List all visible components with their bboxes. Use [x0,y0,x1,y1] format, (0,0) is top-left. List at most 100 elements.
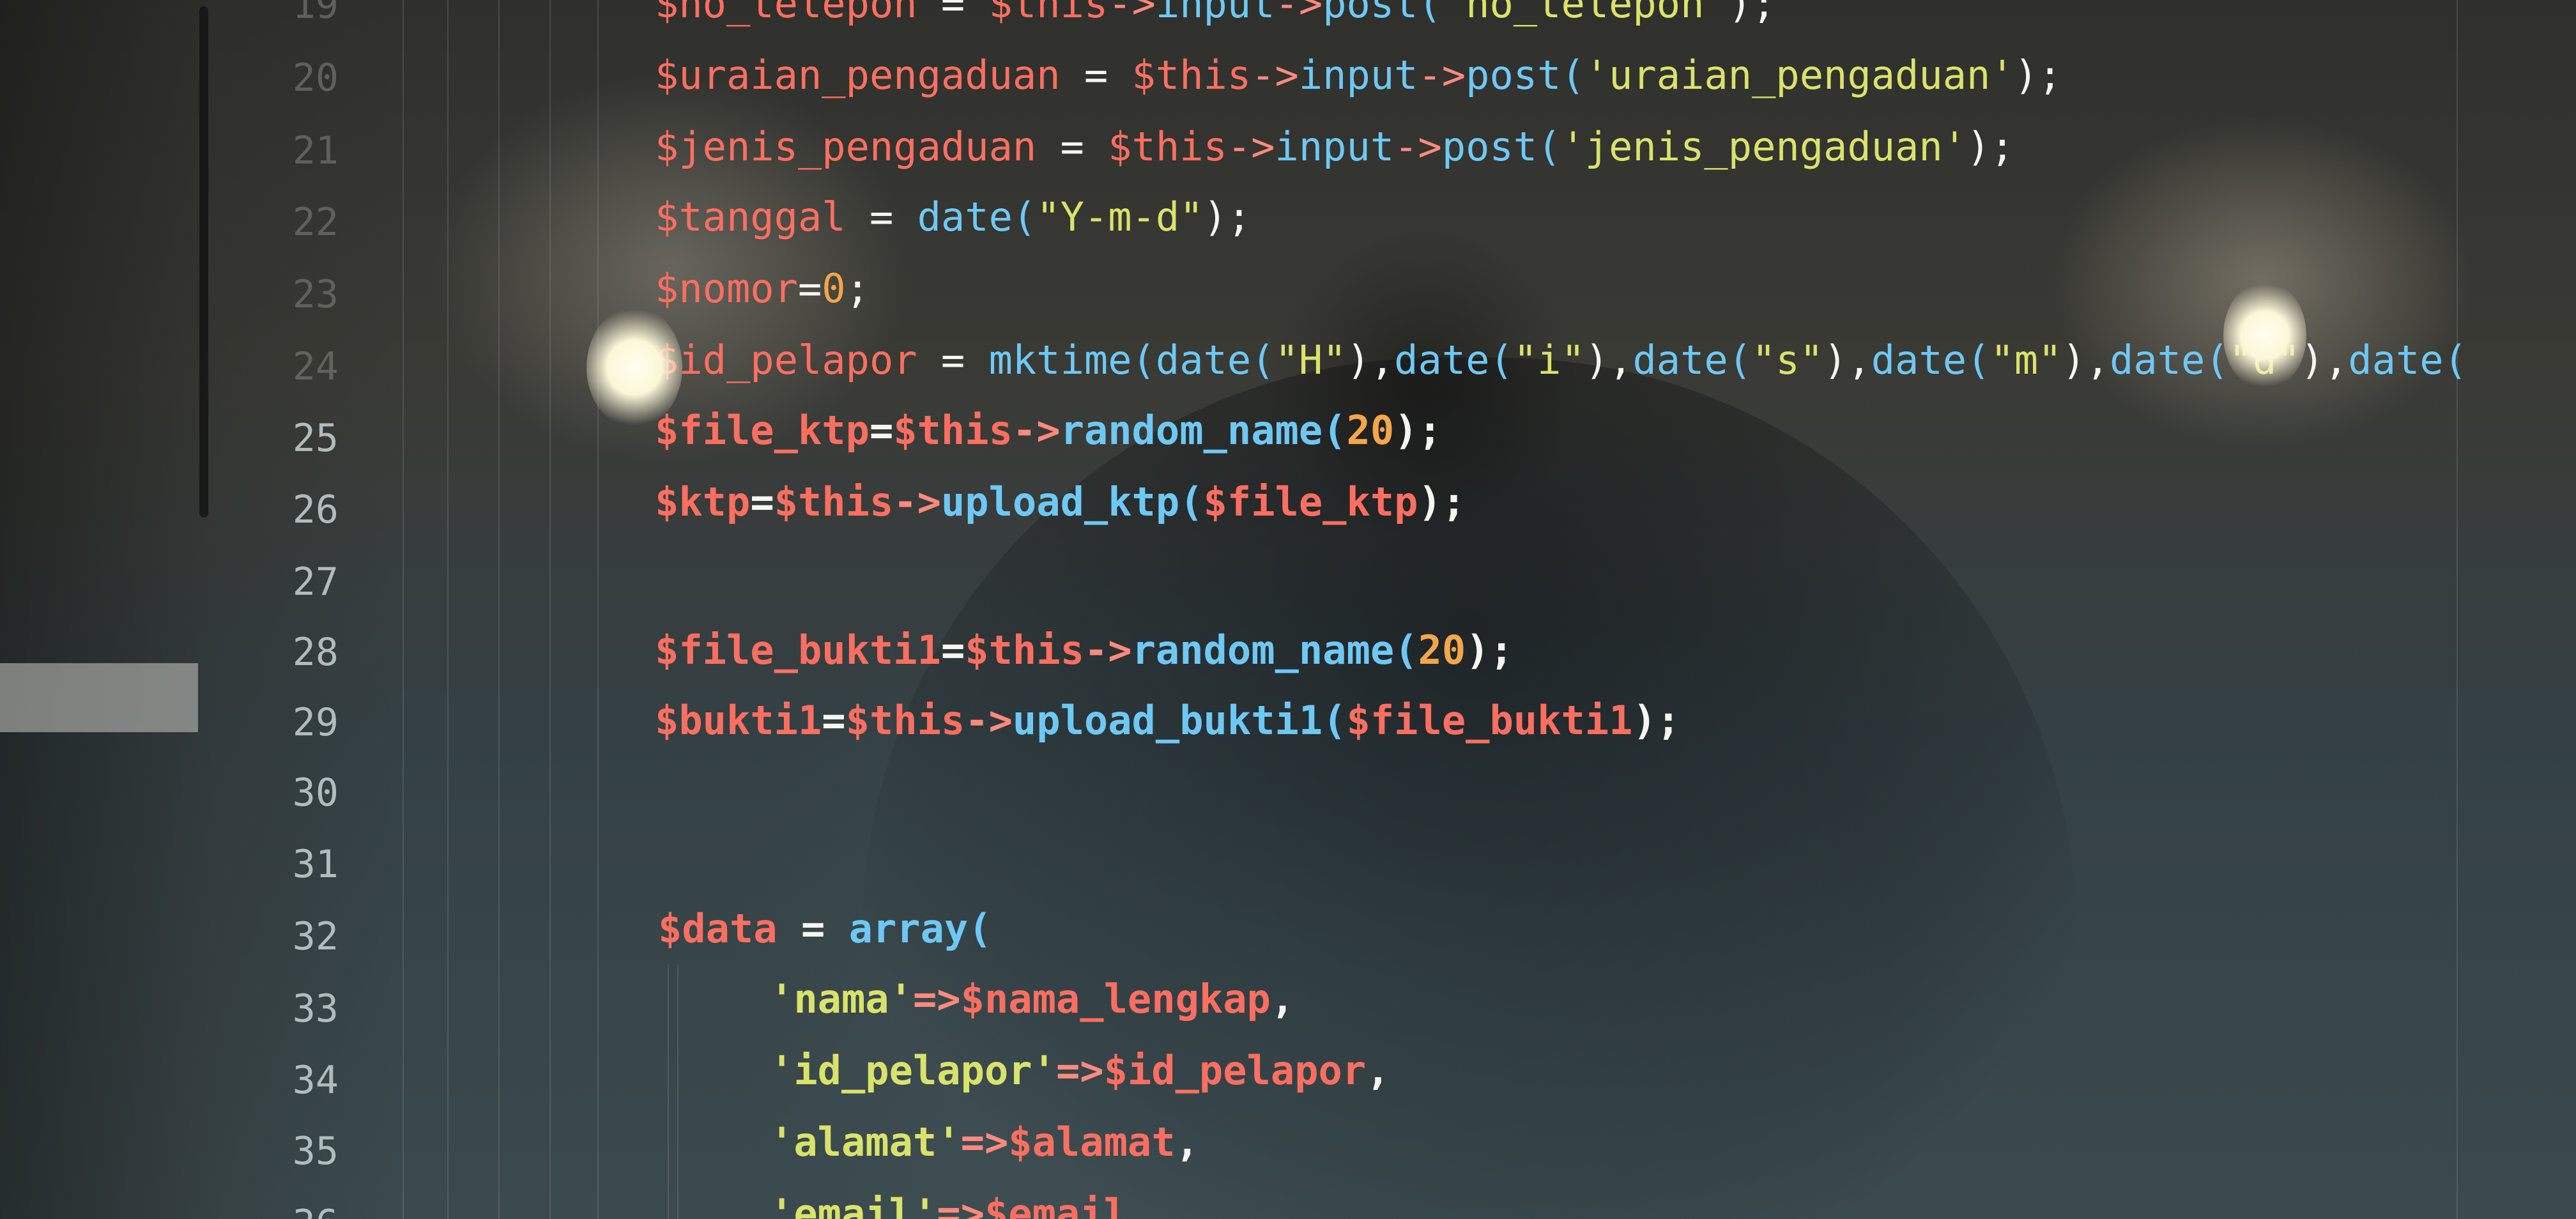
code-token: $tanggal [655,194,846,240]
code-token: upload_bukti1( [1012,697,1347,744]
code-token: $alamat [1008,1119,1176,1165]
line-number: 36 [268,1201,339,1219]
code-token: 'alamat' [770,1119,961,1165]
code-token: $this [1131,52,1252,98]
code-token: $this [1108,123,1227,170]
code-token: = [917,337,989,383]
code-token: 20 [1418,627,1466,673]
code-token: ); [1394,407,1442,454]
line-number: 33 [292,986,339,1031]
code-line[interactable]: $bukti1=$this->upload_bukti1($file_bukti… [655,698,1680,744]
code-token: "Y-m-d" [1036,194,1204,240]
code-token: , [1366,1047,1390,1094]
code-token: mktime( [988,337,1156,383]
code-token: date( [917,194,1037,240]
code-token: ), [1823,337,1871,383]
code-line[interactable]: 'email'=>$email, [770,1191,1151,1219]
line-number: 23 [292,272,339,317]
code-token: 'id_pelapor' [770,1047,1056,1094]
code-line[interactable]: $data = array( [658,906,992,952]
code-token: $jenis_pengaduan [655,123,1037,170]
code-token: = [845,194,917,240]
code-token: ); [1466,627,1514,673]
code-token: ), [1584,337,1633,383]
code-line[interactable]: 'nama'=>$nama_lengkap, [770,976,1294,1022]
code-token: ; [845,265,870,312]
line-number: 24 [292,344,339,389]
indent-guide [498,0,500,1219]
code-line[interactable]: $no_telepon = $this->input->post('no_tel… [655,0,1775,27]
code-token: -> [965,697,1013,744]
code-token: -> [1275,0,1323,27]
code-token: date( [2110,337,2229,383]
code-token: 'email' [770,1190,937,1219]
code-token: post( [1322,0,1442,27]
code-line[interactable]: $file_ktp=$this->random_name(20); [655,408,1442,454]
code-line[interactable]: $tanggal = date("Y-m-d"); [655,194,1251,240]
code-token: -> [1418,52,1466,98]
code-token: date( [1632,337,1752,383]
code-token: $no_telepon [655,0,917,27]
line-number: 26 [292,487,339,532]
code-token: post( [1466,52,1585,98]
code-line[interactable]: 'id_pelapor'=>$id_pelapor, [770,1048,1390,1094]
code-line[interactable]: $uraian_pengaduan = $this->input->post('… [655,52,2062,98]
indent-guide [677,965,678,1219]
code-token: ), [1346,337,1395,383]
code-token: ), [2062,337,2110,383]
code-token: $file_bukti1 [655,627,941,673]
code-token: "i" [1513,337,1585,383]
code-token: -> [1251,52,1299,98]
line-number: 22 [292,200,339,245]
code-token: = [917,0,989,27]
code-token: $this [845,697,965,744]
line-number: 27 [292,560,339,604]
code-token: ), [2300,337,2349,383]
indent-guide [597,0,599,1219]
code-token: array( [848,905,992,952]
code-token: $id_pelapor [1103,1047,1367,1094]
code-line[interactable]: 'alamat'=>$alamat, [770,1119,1199,1165]
code-token: => [960,1119,1009,1165]
code-token: $file_ktp [655,407,870,454]
editor-ruler [2457,0,2458,1219]
vertical-scrollbar[interactable] [199,6,208,518]
code-line[interactable]: $nomor=0; [655,266,870,312]
code-token: input [1298,52,1418,98]
code-token: $this [965,627,1084,673]
code-token: = [1060,52,1132,98]
code-line[interactable]: $id_pelapor = mktime(date("H"),date("i")… [655,337,2467,383]
code-token: = [797,265,822,312]
light-glare [2223,281,2306,390]
code-token: -> [1084,627,1132,673]
line-number: 35 [292,1129,339,1174]
code-token: "m" [1990,337,2062,383]
code-token: ); [1966,123,2014,170]
code-token: date( [1394,337,1514,383]
code-token: $nama_lengkap [960,976,1271,1022]
code-token: -> [1227,123,1275,170]
code-token: 'no_telepon' [1441,0,1728,27]
code-token: $email [984,1190,1128,1219]
code-token: $this [774,479,894,525]
code-token: random_name( [1131,627,1418,673]
line-number: 31 [292,842,339,887]
code-token: ); [1728,0,1776,27]
code-token: $file_ktp [1203,479,1418,525]
code-token: 'nama' [770,976,913,1022]
line-number: 21 [292,128,339,173]
line-number: 29 [292,700,339,745]
code-line[interactable]: $ktp=$this->upload_ktp($file_ktp); [655,479,1466,525]
line-number: 32 [292,914,339,959]
code-token: => [937,1190,985,1219]
code-token: = [869,407,894,454]
indent-guide [549,0,551,1219]
code-token: post( [1441,123,1561,170]
code-line[interactable]: $jenis_pengaduan = $this->input->post('j… [655,124,2014,170]
code-token: = [940,627,965,673]
code-token: 'jenis_pengaduan' [1561,123,1967,170]
code-token: , [1127,1190,1152,1219]
code-token: $data [658,905,778,952]
indent-guide [447,0,448,1219]
code-line[interactable]: $file_bukti1=$this->random_name(20); [655,627,1514,673]
